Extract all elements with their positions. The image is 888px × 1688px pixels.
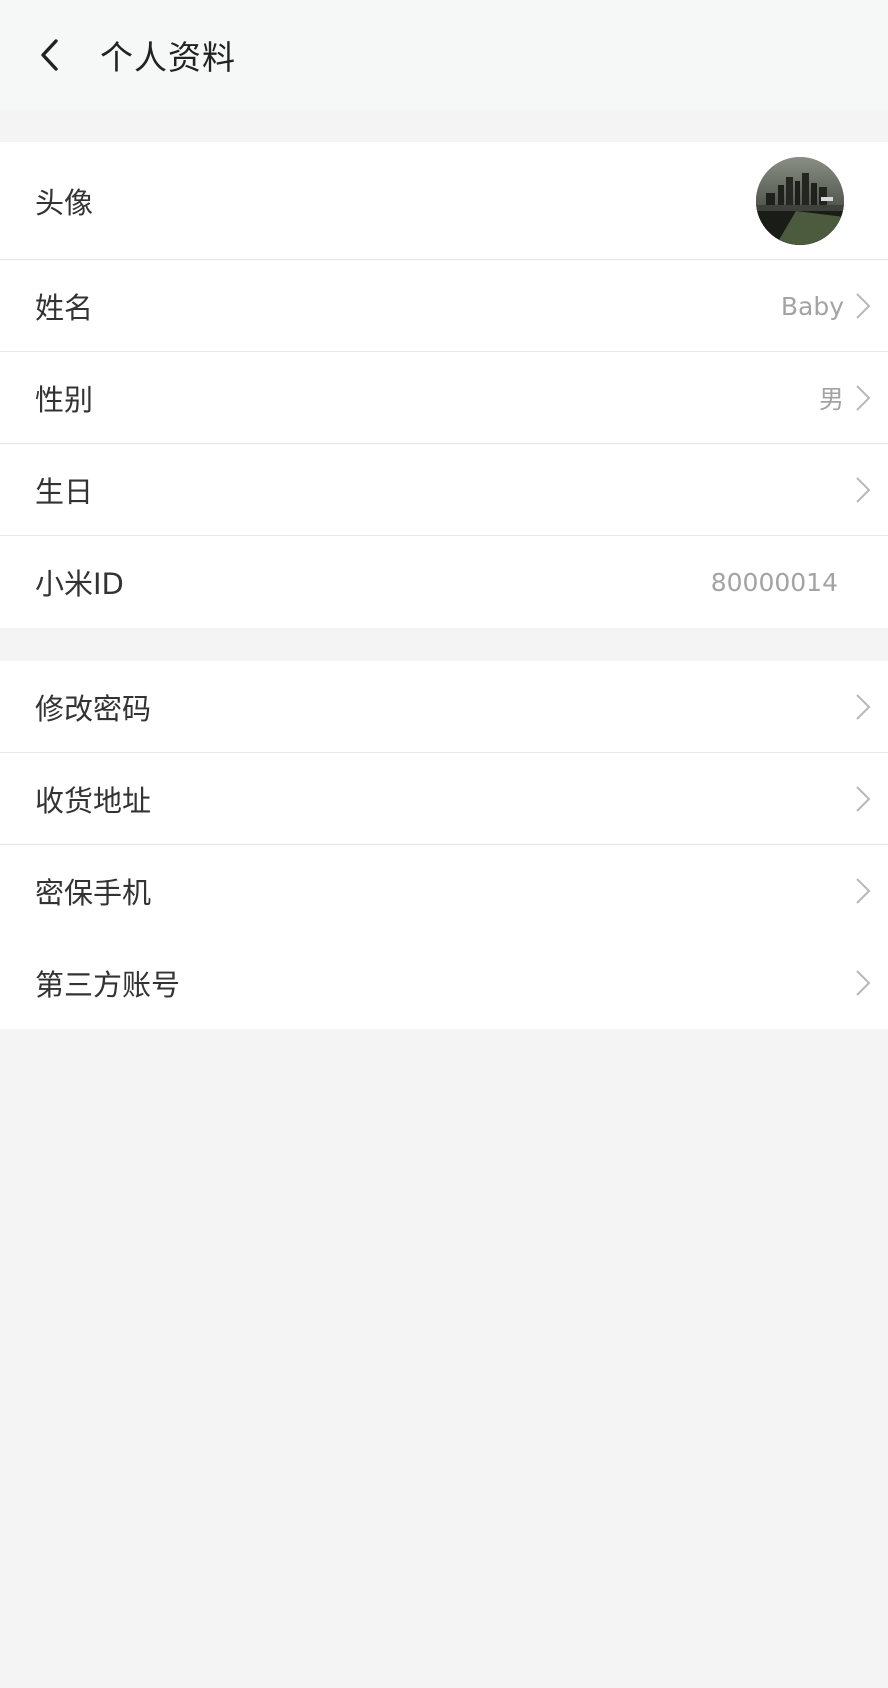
chevron-right-icon (852, 784, 874, 814)
avatar[interactable] (756, 157, 844, 245)
security-phone-label: 密保手机 (35, 876, 152, 910)
birthday-label: 生日 (35, 475, 94, 509)
change-password-row[interactable]: 修改密码 (0, 661, 888, 753)
mi-id-row: 小米ID 80000014 (0, 536, 888, 628)
name-label: 姓名 (35, 291, 94, 325)
shipping-address-label: 收货地址 (35, 784, 152, 818)
chevron-right-icon (852, 475, 874, 505)
birthday-row[interactable]: 生日 (0, 444, 888, 536)
change-password-label: 修改密码 (35, 692, 152, 726)
mi-id-label: 小米ID (35, 567, 124, 601)
name-value: Baby (780, 291, 844, 321)
security-group: 修改密码 收货地址 密保手机 第三方账号 (0, 661, 888, 1029)
avatar-row[interactable]: 头像 (0, 142, 888, 260)
top-bar: 个人资料 (0, 0, 888, 110)
gender-value: 男 (818, 385, 844, 414)
chevron-right-icon (852, 692, 874, 722)
chevron-right-icon (852, 876, 874, 906)
chevron-right-icon (852, 383, 874, 413)
back-button[interactable] (20, 25, 80, 85)
page-title: 个人资料 (100, 38, 236, 77)
name-row[interactable]: 姓名 Baby (0, 260, 888, 352)
third-party-account-row[interactable]: 第三方账号 (0, 937, 888, 1029)
gender-row[interactable]: 性别 男 (0, 352, 888, 444)
chevron-right-icon (852, 291, 874, 321)
avatar-label: 头像 (35, 186, 94, 220)
chevron-left-icon (37, 37, 63, 73)
profile-group: 头像 姓名 Baby 性别 男 生日 小米ID 80000014 (0, 142, 888, 628)
chevron-right-icon (852, 968, 874, 998)
gender-label: 性别 (35, 383, 94, 417)
mi-id-value: 80000014 (710, 567, 838, 597)
shipping-address-row[interactable]: 收货地址 (0, 753, 888, 845)
security-phone-row[interactable]: 密保手机 (0, 845, 888, 937)
third-party-account-label: 第三方账号 (35, 968, 181, 1002)
